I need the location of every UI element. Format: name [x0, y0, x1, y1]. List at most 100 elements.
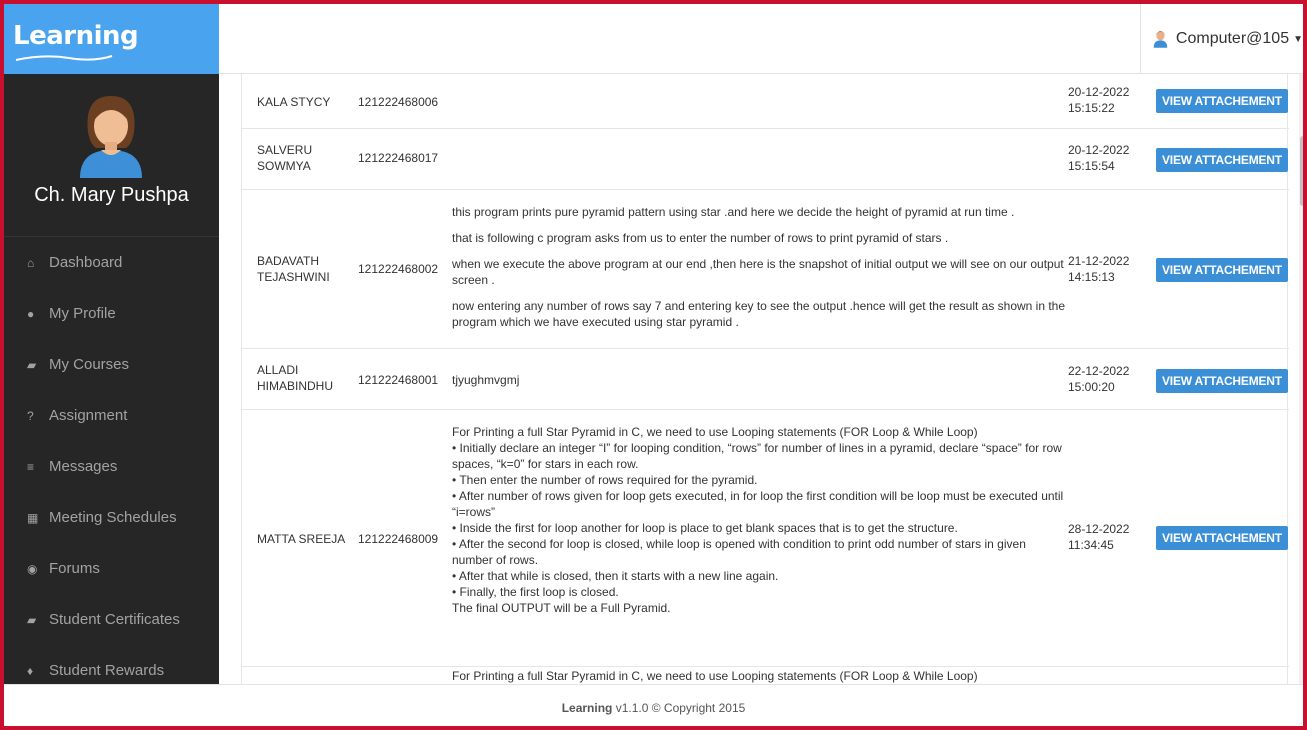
brand-logo[interactable]: Learning [4, 4, 219, 74]
submitted-date: 21-12-2022 [1068, 254, 1130, 268]
view-attachment-button[interactable]: VIEW ATTACHEMENT [1156, 258, 1288, 282]
message-line: • After that while is closed, then it st… [452, 569, 779, 583]
message-line: • After number of rows given for loop ge… [452, 489, 1064, 519]
roll-number: 121222468001 [358, 373, 439, 387]
footer-copyright: v1.1.0 © Copyright 2015 [612, 701, 746, 715]
table-row: KALA STYCY 121222468006 20-12-2022 15:15… [242, 74, 1289, 129]
view-attachment-button[interactable]: VIEW ATTACHEMENT [1156, 148, 1288, 172]
roll-number: 121222468006 [358, 95, 439, 109]
sidebar-item-my-profile[interactable]: ● My Profile [4, 288, 219, 339]
profile-name: Ch. Mary Pushpa [34, 184, 189, 206]
vertical-scrollbar[interactable] [1299, 74, 1303, 684]
student-name: ALLADI HIMABINDHU [257, 363, 334, 393]
message-paragraph: this program prints pure pyramid pattern… [452, 205, 1015, 219]
sidebar-item-forums[interactable]: ◉ Forums [4, 543, 219, 594]
submitted-date: 20-12-2022 [1068, 143, 1130, 157]
message-paragraph: now entering any number of rows say 7 an… [452, 299, 1066, 329]
scroll-up-arrow-icon[interactable]: ▲ [1302, 80, 1303, 86]
message-line: • Then enter the number of rows required… [452, 473, 758, 487]
message-line: • Initially declare an integer “I” for l… [452, 441, 1062, 471]
sidebar-item-student-certificates[interactable]: ▰ Student Certificates [4, 594, 219, 645]
submission-message: For Printing a full Star Pyramid in C, w… [452, 669, 978, 683]
top-navbar: Learning Computer@105 ▼ [4, 4, 1303, 74]
view-attachment-button[interactable]: VIEW ATTACHEMENT [1156, 369, 1288, 393]
footer: Learning v1.1.0 © Copyright 2015 [4, 684, 1303, 726]
sidebar-item-label: Forums [49, 560, 100, 577]
submitted-at: 28-12-2022 11:34:45 [1068, 521, 1138, 553]
roll-number: 121222468002 [358, 262, 439, 276]
sidebar-item-label: Student Certificates [49, 611, 180, 628]
chevron-down-icon: ▼ [1293, 33, 1303, 45]
user-menu[interactable]: Computer@105 ▼ [1140, 4, 1303, 74]
table-row: SALVERU SOWMYA 121222468017 20-12-2022 1… [242, 129, 1289, 190]
scrollbar-thumb[interactable] [1300, 136, 1303, 206]
sidebar-item-dashboard[interactable]: ⌂ Dashboard [4, 237, 219, 288]
submitted-at: 20-12-2022 15:15:54 [1068, 142, 1138, 174]
table-row: BADAVATH TEJASHWINI 121222468002 this pr… [242, 190, 1289, 349]
submitted-time: 15:15:54 [1068, 159, 1115, 173]
sidebar-item-label: My Courses [49, 356, 130, 373]
submitted-time: 15:00:20 [1068, 380, 1115, 394]
roll-number: 121222468009 [358, 532, 439, 546]
submitted-at: 22-12-2022 15:00:20 [1068, 363, 1138, 395]
message-line: • Inside the first for loop another for … [452, 521, 958, 535]
student-name: MATTA SREEJA [257, 532, 346, 546]
submissions-table: KALA STYCY 121222468006 20-12-2022 15:15… [241, 74, 1289, 684]
sidebar-item-label: My Profile [49, 305, 116, 322]
user-icon: ● [27, 306, 35, 321]
submitted-date: 22-12-2022 [1068, 364, 1130, 378]
sidebar-item-label: Meeting Schedules [49, 509, 177, 526]
sidebar-item-messages[interactable]: ≡ Messages [4, 441, 219, 492]
submitted-time: 11:34:45 [1068, 538, 1114, 552]
submitted-at: 20-12-2022 15:15:22 [1068, 84, 1138, 116]
sidebar-item-assignment[interactable]: ? Assignment [4, 390, 219, 441]
submission-message: this program prints pure pyramid pattern… [452, 204, 1067, 340]
sidebar-item-label: Assignment [49, 407, 128, 424]
main-content: KALA STYCY 121222468006 20-12-2022 15:15… [219, 74, 1303, 684]
user-avatar-icon [1153, 30, 1168, 48]
message-line: The final OUTPUT will be a Full Pyramid. [452, 601, 671, 615]
submission-message: For Printing a full Star Pyramid in C, w… [452, 424, 1067, 616]
user-name: Computer@105 [1175, 30, 1290, 47]
trophy-icon: ♦ [27, 663, 34, 678]
submission-message: tjyughmvgmj [452, 373, 520, 387]
home-icon: ⌂ [27, 255, 35, 270]
student-name: KALA STYCY [257, 95, 331, 109]
message-line: For Printing a full Star Pyramid in C, w… [452, 425, 978, 439]
sidebar-item-label: Student Rewards [49, 662, 165, 679]
table-row: MATTA SREEJA 121222468009 For Printing a… [242, 410, 1289, 667]
submitted-at: 21-12-2022 14:15:13 [1068, 253, 1138, 285]
table-row: ALLADI HIMABINDHU 121222468001 tjyughmvg… [242, 349, 1289, 410]
submitted-time: 14:15:13 [1068, 270, 1115, 284]
scroll-down-arrow-icon[interactable]: ▼ [1302, 672, 1303, 678]
view-attachment-button[interactable]: VIEW ATTACHEMENT [1156, 89, 1288, 113]
sidebar-item-label: Dashboard [49, 254, 123, 271]
submitted-date: 28-12-2022 [1068, 522, 1130, 536]
sidebar: Ch. Mary Pushpa ⌂ Dashboard ● My Profile… [4, 74, 219, 684]
message-paragraph: that is following c program asks from us… [452, 231, 949, 245]
message-line: • Finally, the first loop is closed. [452, 585, 619, 599]
sidebar-item-my-courses[interactable]: ▰ My Courses [4, 339, 219, 390]
submitted-date: 20-12-2022 [1068, 85, 1130, 99]
student-name: BADAVATH TEJASHWINI [257, 254, 330, 284]
message-paragraph: when we execute the above program at our… [452, 257, 1064, 287]
sidebar-item-meeting-schedules[interactable]: ▦ Meeting Schedules [4, 492, 219, 543]
list-icon: ≡ [27, 459, 35, 474]
book-icon: ▰ [27, 357, 37, 372]
profile-avatar-icon [80, 96, 142, 178]
footer-brand: Learning [561, 701, 613, 715]
book-icon: ▰ [27, 612, 37, 627]
brand-name: Learning [13, 21, 139, 51]
calendar-icon: ▦ [27, 510, 39, 525]
screenshot-frame: Learning Computer@105 ▼ Ch. Mary Pushpa … [0, 0, 1307, 730]
submitted-time: 15:15:22 [1068, 101, 1115, 115]
student-name: SALVERU SOWMYA [257, 143, 313, 173]
comments-icon: ◉ [27, 561, 38, 576]
view-attachment-button[interactable]: VIEW ATTACHEMENT [1156, 526, 1288, 550]
table-row: For Printing a full Star Pyramid in C, w… [242, 667, 1289, 684]
brand-swoosh-icon [15, 55, 113, 61]
message-line: • After the second for loop is closed, w… [452, 537, 1026, 567]
sidebar-item-label: Messages [49, 458, 118, 475]
question-icon: ? [27, 408, 34, 423]
roll-number: 121222468017 [358, 151, 439, 165]
